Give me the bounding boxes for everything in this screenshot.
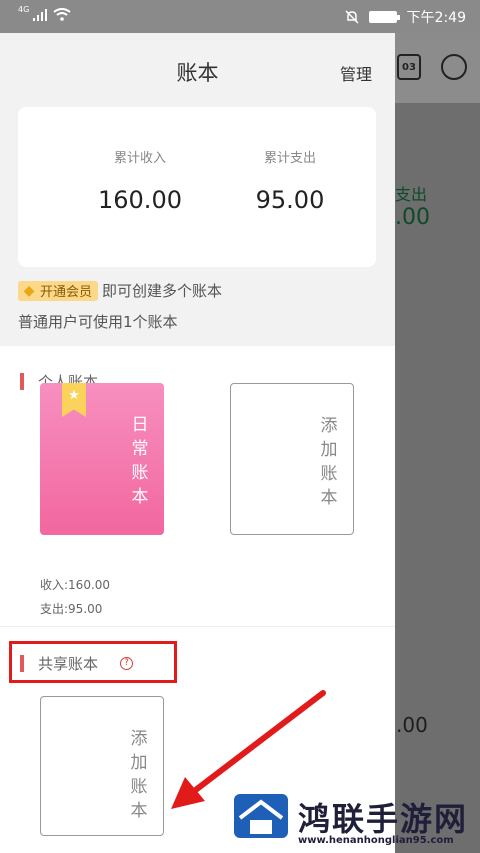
ledger-expense-line: 支出:95.00 — [40, 602, 103, 616]
normal-user-note: 普通用户可使用1个账本 — [18, 313, 178, 331]
add-shared-ledger-button[interactable]: 添加账本 — [40, 696, 164, 836]
mute-bell-icon — [345, 10, 359, 24]
ledger-card-name: 日常账本 — [131, 415, 149, 507]
add-ledger-label: 添加账本 — [320, 416, 338, 508]
add-ledger-label: 添加账本 — [130, 729, 148, 821]
watermark-title: 鸿联手游网 — [298, 800, 469, 838]
annotation-highlight-box — [9, 641, 177, 683]
star-bookmark-icon: ★ — [62, 383, 86, 417]
add-personal-ledger-button[interactable]: 添加账本 — [230, 383, 354, 535]
vip-badge-label: 开通会员 — [40, 285, 93, 300]
vip-badge[interactable]: ◆ 开通会员 — [18, 280, 99, 301]
wifi-icon — [53, 8, 71, 21]
ledger-card-daily[interactable]: ★ 日常账本 — [40, 383, 164, 535]
watermark: 鸿联手游网 www.henanhonglian95.com — [232, 790, 480, 853]
summary-card: 累计收入 160.00 累计支出 95.00 — [18, 107, 376, 267]
background-expense-value: .00 — [395, 205, 430, 230]
watermark-logo-icon — [234, 794, 288, 838]
battery-icon — [368, 11, 400, 23]
diamond-icon: ◆ — [23, 282, 35, 299]
status-bar: 4G 下午2:49 — [0, 0, 480, 33]
manage-button[interactable]: 管理 — [340, 61, 372, 85]
expense-label: 累计支出 — [263, 151, 316, 166]
drawer-title: 账本 — [176, 61, 219, 85]
vip-promo: ◆ 开通会员 即可创建多个账本 — [18, 280, 222, 301]
signal-icon — [33, 8, 48, 21]
vip-promo-text: 即可创建多个账本 — [102, 282, 223, 300]
income-summary: 累计收入 160.00 — [80, 147, 200, 214]
expense-summary: 累计支出 95.00 — [230, 147, 350, 214]
section-divider — [0, 626, 395, 627]
background-expense-label: 支出 — [395, 185, 428, 204]
status-time: 下午2:49 — [406, 10, 466, 26]
expense-value: 95.00 — [255, 186, 325, 214]
calendar-icon[interactable]: 03 — [397, 54, 421, 80]
section-accent-bar — [20, 373, 24, 390]
status-left: 4G — [18, 5, 71, 21]
ledger-income-line: 收入:160.00 — [40, 578, 111, 592]
network-type: 4G — [18, 5, 30, 14]
income-label: 累计收入 — [113, 151, 166, 166]
search-icon[interactable] — [441, 54, 467, 80]
background-bottom-value: .00 — [396, 713, 428, 737]
status-right: 下午2:49 — [345, 7, 466, 27]
watermark-url: www.henanhonglian95.com — [298, 835, 454, 846]
income-value: 160.00 — [98, 186, 182, 214]
